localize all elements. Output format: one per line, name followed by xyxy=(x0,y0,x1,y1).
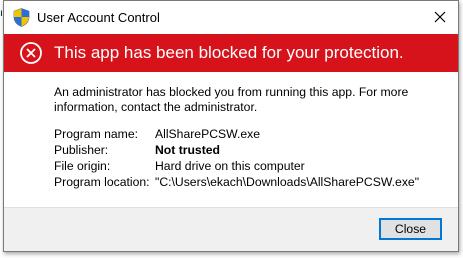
detail-value: "C:\Users\ekach\Downloads\AllSharePCSW.e… xyxy=(155,175,420,189)
error-x-icon xyxy=(20,42,42,64)
close-x-glyph xyxy=(434,11,446,23)
detail-value: Hard drive on this computer xyxy=(155,159,305,173)
admin-message: An administrator has blocked you from ru… xyxy=(54,85,409,114)
window-title: User Account Control xyxy=(37,10,160,25)
detail-value: AllSharePCSW.exe xyxy=(155,127,260,141)
close-button[interactable]: Close xyxy=(379,218,442,240)
uac-dialog: User Account Control This app has been b… xyxy=(3,0,459,252)
title-bar: User Account Control xyxy=(4,1,458,34)
detail-label: Program name: xyxy=(54,127,138,141)
blocked-banner: This app has been blocked for your prote… xyxy=(4,34,458,72)
detail-label: Publisher: xyxy=(54,143,109,157)
close-icon[interactable] xyxy=(428,5,452,29)
banner-text: This app has been blocked for your prote… xyxy=(54,43,404,62)
dialog-footer: Close xyxy=(4,207,458,251)
detail-label: File origin: xyxy=(54,159,111,173)
detail-label: Program location: xyxy=(54,175,150,189)
detail-value: Not trusted xyxy=(155,143,220,157)
uac-shield-icon xyxy=(13,8,30,27)
